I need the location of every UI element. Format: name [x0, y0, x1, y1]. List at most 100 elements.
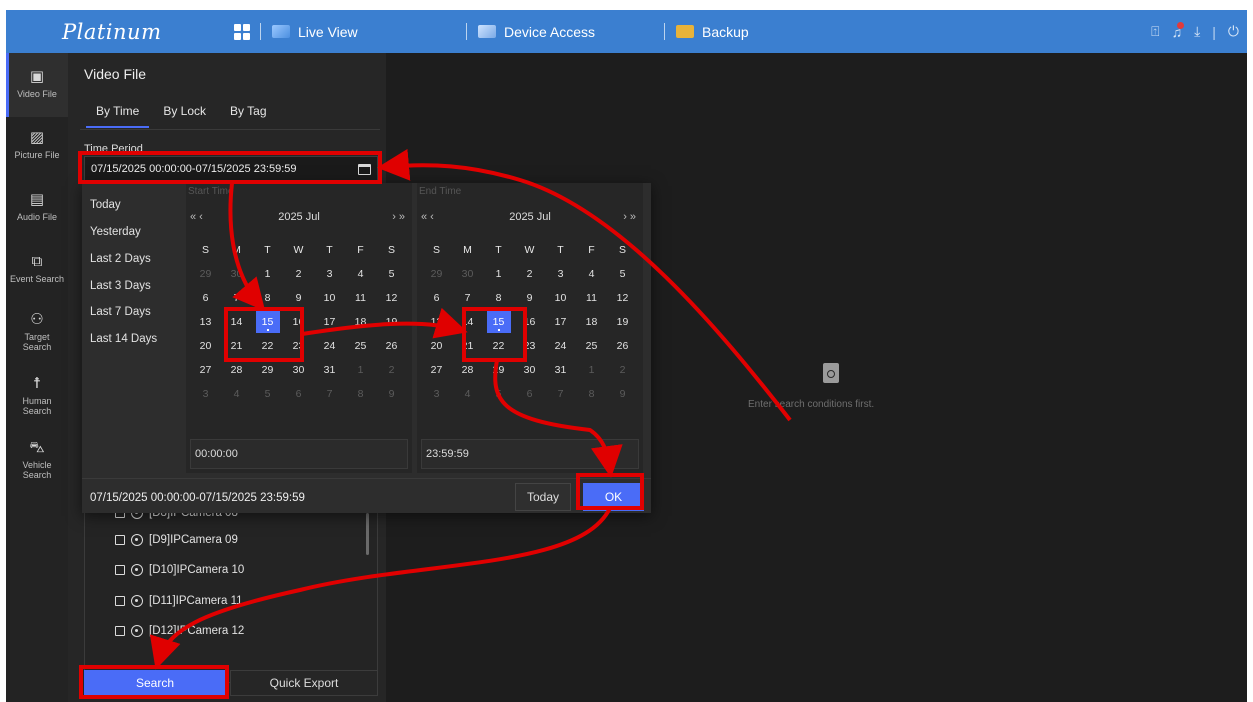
power-icon[interactable]: ⏻ — [1228, 23, 1239, 40]
day-cell[interactable]: 30 — [514, 358, 545, 382]
tab-by-time[interactable]: By Time — [84, 95, 151, 128]
day-cell[interactable]: 10 — [314, 286, 345, 310]
day-cell[interactable]: 29 — [190, 262, 221, 286]
sidebar-item-picture-file[interactable]: ▨ Picture File — [6, 117, 68, 179]
quick-export-button[interactable]: Quick Export — [230, 670, 378, 696]
day-cell[interactable]: 5 — [376, 262, 407, 286]
day-cell[interactable]: 1 — [252, 262, 283, 286]
lock-icon[interactable]: ⍐ — [1151, 23, 1159, 40]
sidebar-item-audio-file[interactable]: ▤ Audio File — [6, 179, 68, 241]
nav-device-access[interactable]: Device Access — [478, 10, 595, 53]
tab-by-tag[interactable]: By Tag — [218, 95, 278, 127]
sidebar-item-event-search[interactable]: ⧉ Event Search — [6, 241, 68, 303]
checkbox[interactable] — [115, 535, 125, 545]
day-cell[interactable]: 5 — [252, 382, 283, 406]
day-cell[interactable]: 25 — [576, 334, 607, 358]
today-button[interactable]: Today — [515, 483, 571, 511]
day-cell[interactable]: 10 — [545, 286, 576, 310]
day-cell[interactable]: 5 — [607, 262, 638, 286]
day-cell[interactable]: 3 — [190, 382, 221, 406]
next-month-year-buttons[interactable]: ›» — [623, 211, 639, 223]
sidebar-item-human-search[interactable]: ☨ Human Search — [6, 367, 68, 431]
day-cell[interactable]: 4 — [345, 262, 376, 286]
day-cell[interactable]: 31 — [314, 358, 345, 382]
calendar-icon[interactable] — [358, 163, 371, 175]
checkbox[interactable] — [115, 565, 125, 575]
day-cell[interactable]: 7 — [314, 382, 345, 406]
sidebar-item-vehicle-search[interactable]: ⛍ Vehicle Search — [6, 431, 68, 495]
camera-row[interactable]: [D12]IPCamera 12 — [115, 625, 244, 637]
day-cell[interactable]: 24 — [314, 334, 345, 358]
day-cell[interactable]: 11 — [576, 286, 607, 310]
sidebar-item-target-search[interactable]: ⚇ Target Search — [6, 303, 68, 367]
day-cell[interactable]: 6 — [421, 286, 452, 310]
day-cell[interactable]: 30 — [452, 262, 483, 286]
quick-range-yesterday[interactable]: Yesterday — [90, 226, 141, 238]
day-cell[interactable]: 28 — [221, 358, 252, 382]
day-cell[interactable]: 1 — [576, 358, 607, 382]
day-cell[interactable]: 22 — [252, 334, 283, 358]
day-cell[interactable]: 8 — [252, 286, 283, 310]
day-cell[interactable]: 2 — [514, 262, 545, 286]
quick-range-last-2-days[interactable]: Last 2 Days — [90, 253, 151, 265]
day-cell[interactable]: 27 — [421, 358, 452, 382]
ok-button[interactable]: OK — [583, 483, 644, 511]
camera-row[interactable]: [D9]IPCamera 09 — [115, 534, 238, 546]
day-cell[interactable]: 28 — [452, 358, 483, 382]
day-cell[interactable]: 2 — [283, 262, 314, 286]
day-cell[interactable]: 18 — [576, 310, 607, 334]
day-cell[interactable]: 17 — [314, 310, 345, 334]
day-cell[interactable]: 8 — [483, 286, 514, 310]
day-cell[interactable]: 19 — [376, 310, 407, 334]
day-cell[interactable]: 17 — [545, 310, 576, 334]
day-cell[interactable]: 7 — [545, 382, 576, 406]
day-cell[interactable]: 9 — [607, 382, 638, 406]
bell-alarm-icon[interactable]: ♫ — [1172, 21, 1184, 40]
quick-range-last-14-days[interactable]: Last 14 Days — [90, 333, 157, 345]
day-cell[interactable]: 23 — [514, 334, 545, 358]
camera-list-scrollbar[interactable] — [366, 513, 369, 555]
checkbox[interactable] — [115, 626, 125, 636]
search-button[interactable]: Search — [84, 670, 226, 696]
download-icon[interactable]: ⤓ — [1194, 23, 1200, 40]
nav-backup[interactable]: Backup — [676, 10, 749, 53]
day-cell[interactable]: 25 — [345, 334, 376, 358]
day-cell[interactable]: 6 — [283, 382, 314, 406]
day-cell[interactable]: 26 — [376, 334, 407, 358]
checkbox[interactable] — [115, 596, 125, 606]
nav-menu-grid[interactable] — [234, 10, 250, 53]
day-cell[interactable]: 9 — [514, 286, 545, 310]
day-cell[interactable]: 27 — [190, 358, 221, 382]
day-cell[interactable]: 29 — [483, 358, 514, 382]
day-cell[interactable]: 5 — [483, 382, 514, 406]
day-cell[interactable]: 12 — [607, 286, 638, 310]
day-cell[interactable]: 23 — [283, 334, 314, 358]
day-cell[interactable]: 2 — [607, 358, 638, 382]
selected-day-cell[interactable]: 15 — [483, 310, 514, 334]
day-cell[interactable]: 4 — [221, 382, 252, 406]
selected-day-cell[interactable]: 15 — [252, 310, 283, 334]
day-cell[interactable]: 8 — [576, 382, 607, 406]
day-cell[interactable]: 7 — [221, 286, 252, 310]
day-cell[interactable]: 3 — [421, 382, 452, 406]
day-cell[interactable]: 9 — [283, 286, 314, 310]
day-cell[interactable]: 31 — [545, 358, 576, 382]
day-cell[interactable]: 14 — [221, 310, 252, 334]
next-month-year-buttons[interactable]: ›» — [392, 211, 408, 223]
day-cell[interactable]: 16 — [283, 310, 314, 334]
quick-range-today[interactable]: Today — [90, 199, 121, 211]
tab-by-lock[interactable]: By Lock — [151, 95, 218, 127]
day-cell[interactable]: 9 — [376, 382, 407, 406]
camera-row[interactable]: [D10]IPCamera 10 — [115, 564, 244, 576]
day-cell[interactable]: 29 — [252, 358, 283, 382]
day-cell[interactable]: 3 — [545, 262, 576, 286]
day-cell[interactable]: 22 — [483, 334, 514, 358]
day-cell[interactable]: 30 — [283, 358, 314, 382]
day-cell[interactable]: 4 — [576, 262, 607, 286]
day-cell[interactable]: 8 — [345, 382, 376, 406]
day-cell[interactable]: 16 — [514, 310, 545, 334]
day-cell[interactable]: 1 — [345, 358, 376, 382]
day-cell[interactable]: 2 — [376, 358, 407, 382]
day-cell[interactable]: 18 — [345, 310, 376, 334]
day-cell[interactable]: 13 — [190, 310, 221, 334]
